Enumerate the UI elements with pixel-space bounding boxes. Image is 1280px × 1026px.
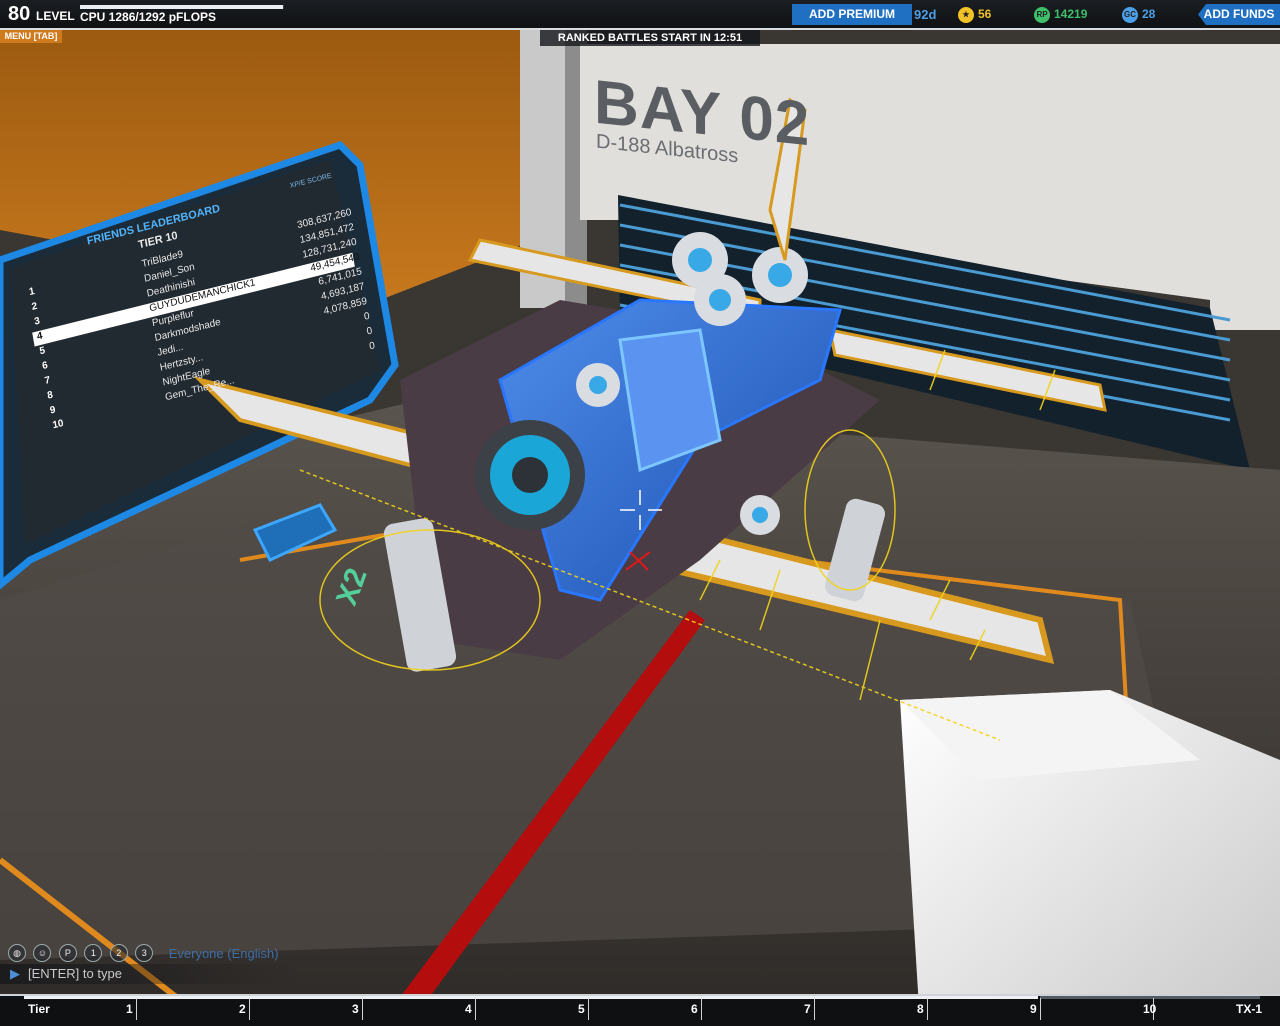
leaderboard-rank: 3 <box>33 315 41 328</box>
leaderboard-header: XP/E SCORE <box>289 172 333 190</box>
chat-1-icon[interactable]: 1 <box>84 944 103 962</box>
ranked-battles-banner: RANKED BATTLES START IN 12:51 <box>540 30 760 46</box>
leaderboard-rank: 8 <box>46 389 54 402</box>
chat-input-hint: [ENTER] to type <box>28 966 122 981</box>
tier-points: ★ 56 <box>958 4 991 25</box>
tier-tick-line <box>249 998 250 1020</box>
tier-tick-line <box>927 998 928 1020</box>
cpu-readout: CPU 1286/1292 pFLOPS <box>80 10 217 24</box>
level-label: LEVEL <box>36 9 75 23</box>
leaderboard-rank: 1 <box>28 285 36 299</box>
robits-icon: RP <box>1034 6 1050 23</box>
robits-value: 14219 <box>1054 7 1088 21</box>
tier-tick-label: 5 <box>578 1002 585 1016</box>
friends-leaderboard: FRIENDS LEADERBOARD XP/E SCORE TIER 10 1… <box>0 63 421 555</box>
leaderboard-rank: 2 <box>30 300 39 313</box>
tier-tick-label: 7 <box>804 1002 811 1016</box>
leaderboard-rank: 10 <box>51 417 65 432</box>
p-icon[interactable]: P <box>58 944 77 962</box>
premium-days: 92d <box>914 7 937 22</box>
chat-caret-icon: ▶ <box>10 966 20 981</box>
tier-tick-line <box>588 998 589 1020</box>
leaderboard-rank: 6 <box>41 359 49 373</box>
cpu-progress-fill <box>80 5 283 9</box>
chat-3-icon[interactable]: 3 <box>135 944 154 962</box>
tier-tick-line <box>362 998 363 1020</box>
tier-tick-line <box>136 998 137 1020</box>
tier-tick-line <box>701 998 702 1020</box>
tier-tick-label: 1 <box>126 1002 133 1016</box>
leaderboard-rank: 5 <box>38 345 47 358</box>
tier-progress-remaining <box>1040 996 1260 999</box>
tier-end-label: TX-1 <box>1236 1002 1263 1016</box>
chat-channel-bar: ◍ ☺ P 1 2 3 Everyone (English) <box>8 944 308 964</box>
tier-tick-label: 4 <box>465 1002 472 1016</box>
add-premium-button[interactable]: ADD PREMIUM <box>792 4 912 25</box>
menu-button[interactable]: MENU [TAB] <box>0 30 62 43</box>
tier-tick-line <box>1040 998 1041 1020</box>
tier-points-value: 56 <box>978 7 992 21</box>
leaderboard-rank: 7 <box>43 374 52 387</box>
leaderboard-rank: 4 <box>36 330 44 343</box>
globe-icon[interactable]: ◍ <box>8 944 26 962</box>
galaxy-coins-value: 28 <box>1142 7 1156 21</box>
chat-channel-label[interactable]: Everyone (English) <box>169 946 279 961</box>
chat-input[interactable]: ▶ [ENTER] to type <box>0 964 300 984</box>
galaxy-coins: GC 28 <box>1122 4 1155 25</box>
chat-2-icon[interactable]: 2 <box>109 944 128 962</box>
tier-tick-label: 6 <box>691 1002 698 1016</box>
tier-tick-line <box>475 998 476 1020</box>
add-funds-button[interactable]: ADD FUNDS <box>1198 4 1280 25</box>
tier-tick-label: 8 <box>917 1002 924 1016</box>
party-icon[interactable]: ☺ <box>33 944 52 962</box>
tier-tick-label: 3 <box>352 1002 359 1016</box>
tier-tick-label: 2 <box>239 1002 246 1016</box>
galaxy-coins-icon: GC <box>1122 6 1138 23</box>
leaderboard-rank: 9 <box>49 404 57 417</box>
cpu-progress-bar <box>80 5 284 9</box>
tier-tick-label: 10 <box>1143 1002 1157 1016</box>
robits-balance: RP 14219 <box>1034 4 1087 25</box>
tier-progress-fill <box>24 996 1038 999</box>
tier-tick-label: 9 <box>1030 1002 1037 1016</box>
top-hud-bar: 80 LEVEL CPU 1286/1292 pFLOPS ADD PREMIU… <box>0 0 1280 30</box>
tier-progress-bar: Tier 1 2 3 4 5 6 7 8 9 10 TX-1 <box>0 994 1280 1026</box>
player-level: 80 <box>8 3 31 25</box>
tier-start-label: Tier <box>28 1002 50 1016</box>
tier-points-icon: ★ <box>958 6 974 23</box>
tier-tick-line <box>814 998 815 1020</box>
